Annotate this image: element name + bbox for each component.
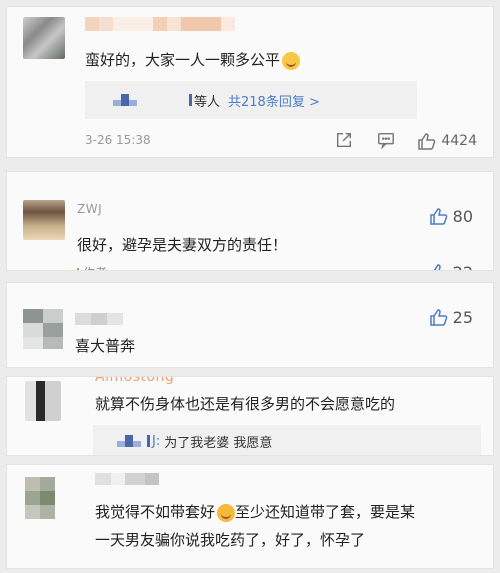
blurred-replier (117, 435, 150, 447)
like-button[interactable]: 80 (429, 206, 473, 226)
author-reply-preview[interactable]: 作者 (77, 264, 107, 270)
comment-card-5: 我觉得不如带套好 至少还知道带了套，要是某 一天男友骗你说我吃药了，好了，怀孕了 (6, 464, 494, 569)
like-button[interactable]: 25 (429, 307, 473, 327)
thumbs-up-icon (429, 309, 448, 326)
author-tag: 作者 (83, 266, 107, 270)
thumbs-up-icon (418, 133, 436, 150)
avatar[interactable] (25, 477, 55, 519)
like-button[interactable]: 4424 (417, 131, 477, 151)
blurred-username[interactable] (75, 313, 123, 325)
share-icon[interactable] (335, 131, 353, 153)
blurred-username[interactable] (85, 17, 235, 31)
comment-text-line-1: 我觉得不如带套好 至少还知道带了套，要是某 (95, 503, 416, 522)
laughing-tears-emoji (282, 51, 301, 70)
reply-like-button[interactable]: 22 (429, 262, 473, 271)
comment-icon[interactable] (377, 131, 395, 153)
comment-card-4: Almostong 就算不伤身体也还是有很多男的不会愿意吃的 J: 为了我老婆 … (6, 376, 494, 456)
blurred-replier (113, 94, 137, 106)
thumbs-up-icon (433, 264, 441, 270)
blurred-replier-2 (189, 94, 192, 106)
thumbs-up-icon (429, 208, 448, 225)
comment-card-1: 蛮好的，大家一人一颗多公平 等人 共218条回复 > 3-26 15:38 44… (6, 6, 494, 158)
reply-text: 为了我老婆 我愿意 (164, 435, 273, 451)
comment-text: 很好，避孕是夫妻双方的责任！ (77, 236, 288, 254)
comment-card-2: ZWJ 很好，避孕是夫妻双方的责任！ 80 作者 22 (6, 171, 494, 271)
comment-text: 就算不伤身体也还是有很多男的不会愿意吃的 (95, 395, 396, 413)
username[interactable]: Almostong (95, 377, 174, 385)
like-count: 80 (452, 206, 473, 226)
reply-preview[interactable]: J: 为了我老婆 我愿意 (93, 425, 481, 455)
view-replies-link[interactable]: 共218条回复 > (228, 91, 320, 110)
avatar[interactable] (23, 200, 65, 240)
avatar[interactable] (23, 17, 65, 59)
like-count: 4424 (441, 133, 477, 149)
avatar[interactable] (25, 381, 61, 421)
timestamp: 3-26 15:38 (85, 133, 151, 147)
blurred-username[interactable] (95, 473, 159, 485)
avatar[interactable] (23, 309, 63, 349)
yum-emoji (217, 503, 236, 522)
reply-summary[interactable]: 等人 共218条回复 > (85, 81, 417, 119)
comment-text: 喜大普奔 (75, 337, 136, 355)
reply-like-count: 22 (453, 263, 473, 271)
comment-text-line-2: 一天男友骗你说我吃药了，好了，怀孕了 (95, 531, 366, 549)
username[interactable]: ZWJ (77, 202, 102, 216)
comment-text: 蛮好的，大家一人一颗多公平 (85, 47, 301, 73)
reply-suffix: 等人 (194, 94, 221, 110)
reply-separator: J: (152, 433, 161, 449)
like-count: 25 (452, 307, 473, 327)
comment-card-3: 喜大普奔 25 (6, 282, 494, 368)
